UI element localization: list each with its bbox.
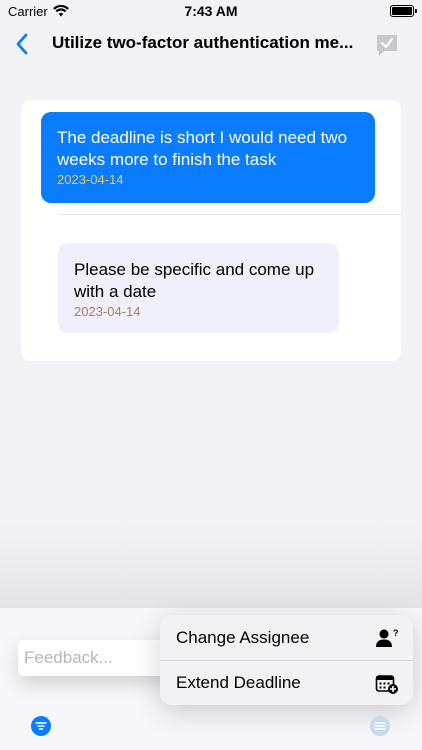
svg-text:?: ? <box>393 628 399 638</box>
status-left: Carrier <box>8 4 69 19</box>
outgoing-message-bubble: The deadline is short I would need two w… <box>41 112 375 203</box>
message-text: Please be specific and come up with a da… <box>74 260 315 301</box>
calendar-plus-icon <box>375 675 398 694</box>
list-button[interactable] <box>370 716 390 736</box>
incoming-message-bubble: Please be specific and come up with a da… <box>58 243 339 333</box>
conversation-card: The deadline is short I would need two w… <box>21 100 401 361</box>
checkmark-bubble-icon <box>377 35 397 56</box>
approve-button[interactable] <box>374 32 400 58</box>
status-bar: Carrier 7:43 AM <box>0 0 422 22</box>
back-button[interactable] <box>10 30 34 58</box>
feedback-input[interactable] <box>18 640 183 676</box>
nav-bar: Utilize two-factor authentication me... <box>0 24 422 64</box>
bottom-fade <box>0 520 422 610</box>
message-date: 2023-04-14 <box>57 172 124 187</box>
menu-item-label: Extend Deadline <box>176 673 301 692</box>
menu-item-change-assignee[interactable]: Change Assignee ? <box>160 615 413 660</box>
filter-lines-icon <box>35 722 47 730</box>
person-question-icon: ? <box>376 628 399 647</box>
battery-fill <box>392 7 412 15</box>
filter-button[interactable] <box>31 716 51 736</box>
list-lines-icon <box>374 722 386 730</box>
page-title: Utilize two-factor authentication me... <box>52 33 354 52</box>
chevron-left-icon <box>16 33 28 55</box>
carrier-label: Carrier <box>8 3 48 19</box>
message-date: 2023-04-14 <box>74 304 141 319</box>
battery-icon <box>390 5 417 17</box>
message-divider <box>59 214 401 215</box>
menu-item-label: Change Assignee <box>176 627 310 647</box>
actions-menu: Change Assignee ? Extend Deadline <box>160 615 413 705</box>
wifi-icon <box>52 5 69 17</box>
menu-item-extend-deadline[interactable]: Extend Deadline <box>160 660 413 705</box>
message-text: The deadline is short I would need two w… <box>57 128 348 169</box>
